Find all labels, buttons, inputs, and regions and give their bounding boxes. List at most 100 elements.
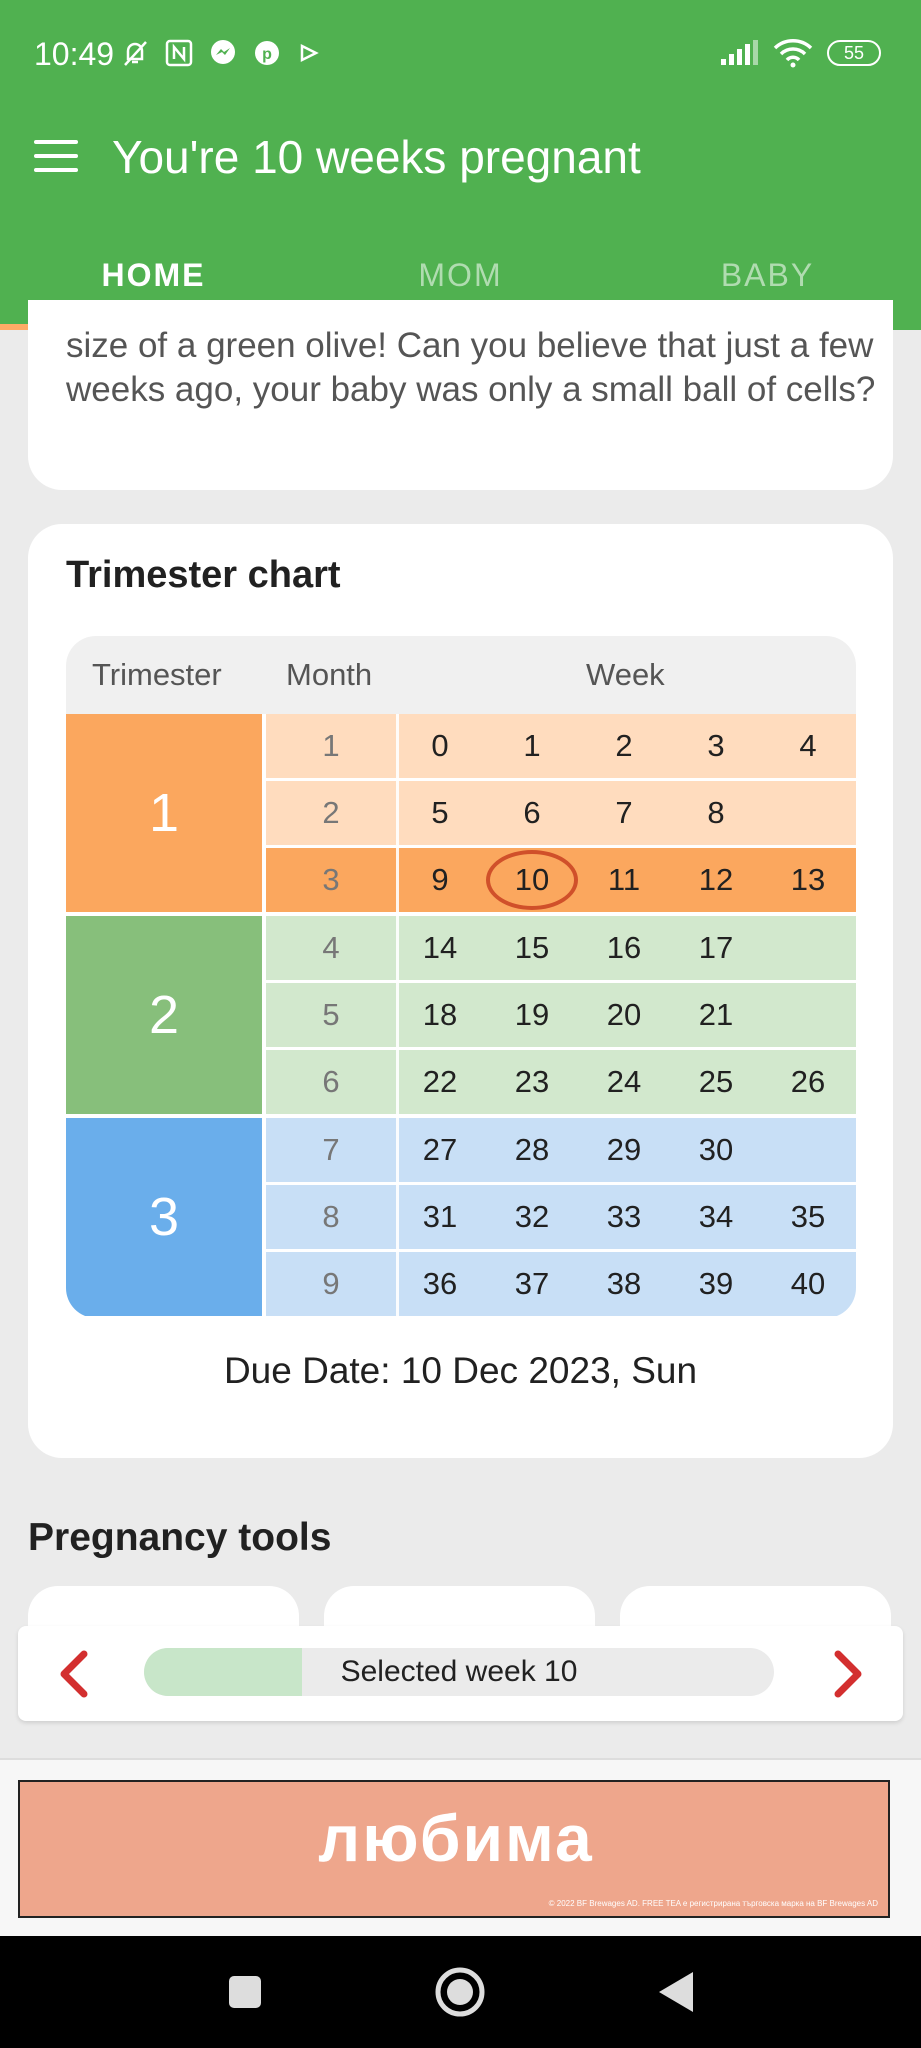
week-cell[interactable]: 18 — [394, 983, 486, 1047]
week-cell[interactable]: 8 — [670, 781, 762, 845]
week-cell[interactable]: 33 — [578, 1185, 670, 1249]
week-progress-bar[interactable]: Selected week 10 — [144, 1648, 774, 1696]
trimester-table: Trimester Month Week 1 1 0 1 2 3 4 2 5 6 7 8 3 9 10 11 1… — [66, 636, 856, 1318]
page-title: You're 10 weeks pregnant — [112, 131, 641, 183]
tool-card[interactable] — [28, 1586, 299, 1626]
week-cell-current[interactable]: 10 — [486, 848, 578, 912]
week-cell[interactable]: 34 — [670, 1185, 762, 1249]
week-cell[interactable]: 7 — [578, 781, 670, 845]
week-cell[interactable]: 39 — [670, 1252, 762, 1316]
month-cell: 5 — [322, 997, 340, 1032]
battery-icon: 55 — [827, 40, 881, 66]
week-cell[interactable]: 22 — [394, 1050, 486, 1114]
hamburger-menu-icon[interactable] — [34, 140, 78, 184]
month-row: 5 18 19 20 21 — [266, 983, 856, 1047]
pregnancy-tools-title: Pregnancy tools — [28, 1516, 332, 1559]
month-cell: 9 — [322, 1266, 340, 1301]
week-cell[interactable]: 11 — [578, 848, 670, 912]
week-cell[interactable]: 5 — [394, 781, 486, 845]
month-cell: 1 — [322, 728, 340, 763]
month-row: 8 31 32 33 34 35 — [266, 1185, 856, 1249]
week-cell[interactable]: 15 — [486, 916, 578, 980]
week-cell[interactable]: 13 — [762, 848, 854, 912]
week-cell[interactable]: 32 — [486, 1185, 578, 1249]
week-cell[interactable]: 23 — [486, 1050, 578, 1114]
toolbar: You're 10 weeks pregnant — [0, 110, 921, 230]
month-cell: 2 — [322, 795, 340, 830]
week-cell[interactable]: 2 — [578, 714, 670, 778]
signal-icon — [721, 40, 758, 65]
trimester-cell: 3 — [66, 1118, 262, 1316]
week-cell[interactable]: 9 — [394, 848, 486, 912]
month-cell: 6 — [322, 1064, 340, 1099]
week-cell[interactable]: 24 — [578, 1050, 670, 1114]
week-cell[interactable]: 4 — [762, 714, 854, 778]
week-cell[interactable]: 17 — [670, 916, 762, 980]
week-selector: Selected week 10 — [18, 1626, 903, 1721]
messenger-icon — [211, 40, 235, 64]
week-cell[interactable]: 31 — [394, 1185, 486, 1249]
play-icon — [300, 43, 319, 63]
month-row: 4 14 15 16 17 — [266, 916, 856, 980]
week-cell[interactable]: 16 — [578, 916, 670, 980]
status-bar: 10:49 p 55 — [0, 0, 921, 110]
month-cell: 4 — [322, 930, 340, 965]
status-time: 10:49 — [34, 36, 115, 72]
chevron-left-icon[interactable] — [48, 1646, 104, 1702]
week-cell[interactable]: 1 — [486, 714, 578, 778]
week-cell[interactable]: 12 — [670, 848, 762, 912]
month-cell: 7 — [322, 1132, 340, 1167]
week-cell[interactable]: 27 — [394, 1118, 486, 1182]
trimester-chart-card: Trimester chart Trimester Month Week 110… — [28, 524, 893, 1458]
week-cell[interactable]: 25 — [670, 1050, 762, 1114]
recents-square-icon[interactable] — [195, 1936, 295, 2048]
due-date: Due Date: 10 Dec 2023, Sun — [223, 1350, 698, 1391]
ad-area: любима © 2022 BF Brewages AD. FREE TEA е… — [0, 1758, 921, 1936]
system-navigation-bar — [0, 1936, 921, 2048]
chevron-right-icon[interactable] — [818, 1646, 874, 1702]
bell-off-icon — [124, 41, 147, 66]
week-cell[interactable]: 37 — [486, 1252, 578, 1316]
home-circle-icon[interactable] — [410, 1936, 510, 2048]
trimester-cell: 1 — [66, 714, 262, 912]
month-row: 9 36 37 38 39 40 — [266, 1252, 856, 1316]
week-cell[interactable]: 21 — [670, 983, 762, 1047]
wifi-icon — [773, 39, 813, 68]
tool-card[interactable] — [324, 1586, 595, 1626]
week-cell[interactable]: 19 — [486, 983, 578, 1047]
back-triangle-icon[interactable] — [625, 1936, 725, 2048]
month-cell: 3 — [322, 862, 340, 897]
month-row: 3 9 10 11 12 13 — [266, 848, 856, 912]
table-header: Trimester Month Week — [66, 636, 856, 714]
month-row: 101234 — [266, 714, 856, 778]
month-row: 7 27 28 29 30 — [266, 1118, 856, 1182]
week-cell[interactable]: 36 — [394, 1252, 486, 1316]
week-cell[interactable]: 35 — [762, 1185, 854, 1249]
week-cell[interactable]: 29 — [578, 1118, 670, 1182]
week-cell[interactable]: 3 — [670, 714, 762, 778]
header-week: Week — [586, 657, 665, 692]
month-row: 6 22 23 24 25 26 — [266, 1050, 856, 1114]
pinterest-icon: p — [255, 41, 279, 65]
ad-banner[interactable]: любима © 2022 BF Brewages AD. FREE TEA е… — [18, 1780, 890, 1918]
week-cell[interactable]: 20 — [578, 983, 670, 1047]
week-cell[interactable]: 26 — [762, 1050, 854, 1114]
week-cell[interactable]: 38 — [578, 1252, 670, 1316]
selected-week-label: Selected week 10 — [340, 1655, 578, 1688]
week-cell[interactable]: 6 — [486, 781, 578, 845]
month-cell: 8 — [322, 1199, 340, 1234]
notification-icons: p — [120, 38, 322, 68]
trimester-chart-title: Trimester chart — [66, 554, 341, 596]
week-cell[interactable]: 0 — [394, 714, 486, 778]
ad-logo-text: любима — [318, 1801, 594, 1875]
tool-card[interactable] — [620, 1586, 891, 1626]
system-icons: 55 — [719, 38, 881, 68]
nfc-icon — [165, 39, 193, 67]
week-cell[interactable]: 28 — [486, 1118, 578, 1182]
app-bar: 10:49 p 55 You're 10 weeks pregnant HOME… — [0, 0, 921, 330]
week-cell[interactable]: 14 — [394, 916, 486, 980]
svg-text:p: p — [262, 46, 272, 63]
trimester-cell: 2 — [66, 916, 262, 1114]
week-cell[interactable]: 30 — [670, 1118, 762, 1182]
week-cell[interactable]: 40 — [762, 1252, 854, 1316]
